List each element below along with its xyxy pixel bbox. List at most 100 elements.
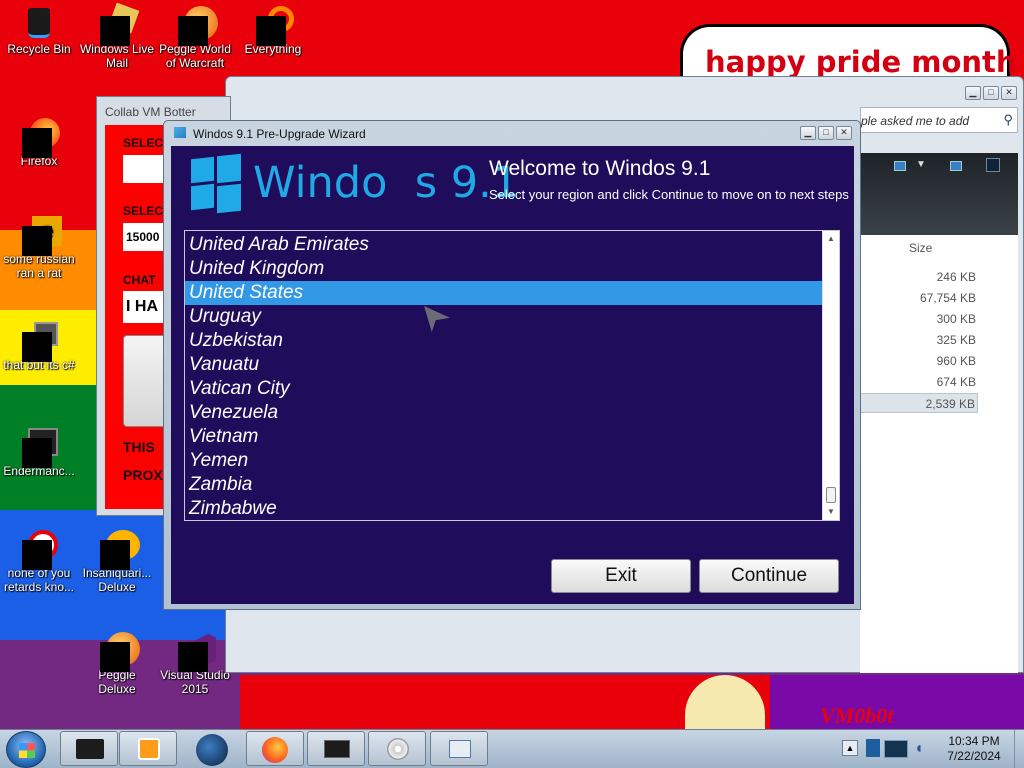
wizard-window-controls: ▁ □ ✕ <box>800 126 852 140</box>
start-button[interactable] <box>6 731 46 768</box>
desktop-icon-label: Recycle Bin <box>7 42 71 56</box>
botter-note: THIS <box>123 439 155 455</box>
select-label: SELEC <box>123 204 164 218</box>
region-option[interactable]: Uruguay <box>185 305 822 329</box>
tray-clock[interactable]: 10:34 PM 7/22/2024 <box>936 734 1012 764</box>
region-option[interactable]: Vanuatu <box>185 353 822 377</box>
tray-expand-icon[interactable]: ▲ <box>842 740 858 756</box>
taskbar-app-firefox[interactable] <box>246 731 304 766</box>
region-option[interactable]: Zambia <box>185 473 822 497</box>
maximize-button[interactable]: □ <box>983 86 999 100</box>
show-desktop-button[interactable] <box>1014 730 1024 768</box>
region-option[interactable]: Vietnam <box>185 425 822 449</box>
taskbar-app-disc[interactable] <box>368 731 426 766</box>
desktop-icon-endermanch[interactable]: Endermanc... <box>0 428 78 478</box>
file-size: 674 KB <box>936 375 976 389</box>
desktop-icon-recycle-bin[interactable]: Recycle Bin <box>0 6 78 56</box>
clock-time: 10:34 PM <box>948 734 1000 748</box>
scroll-down-icon[interactable]: ▼ <box>823 504 839 520</box>
select-label: SELEC <box>123 136 164 150</box>
wizard-title: Windos 9.1 Pre-Upgrade Wizard <box>193 127 366 141</box>
taskbar-app-explorer[interactable] <box>60 731 118 766</box>
search-icon[interactable]: ⚲ <box>1003 112 1013 128</box>
desktop-icon-visual-studio[interactable]: Visual Studio 2015 <box>156 632 234 696</box>
wizard-window[interactable]: Windos 9.1 Pre-Upgrade Wizard ▁ □ ✕ Wind… <box>163 120 861 610</box>
search-box[interactable]: ple asked me to add ⚲ <box>860 107 1018 133</box>
file-size: 67,754 KB <box>919 291 976 305</box>
desktop-icon-label: Visual Studio 2015 <box>160 668 230 696</box>
desktop-icon-none-of-you[interactable]: none of you retards kno... <box>0 530 78 594</box>
region-option[interactable]: Yemen <box>185 449 822 473</box>
desktop-icon-csharp[interactable]: that but its c# <box>0 322 78 372</box>
desktop-icon-peggle-deluxe[interactable]: Peggle Deluxe <box>78 632 156 696</box>
region-option[interactable]: Venezuela <box>185 401 822 425</box>
region-option[interactable]: United Arab Emirates <box>185 233 822 257</box>
close-button[interactable]: ✕ <box>836 126 852 140</box>
visual-studio-icon <box>178 632 216 672</box>
maximize-button[interactable]: □ <box>818 126 834 140</box>
botter-note: PROX <box>123 467 163 483</box>
size-column-header[interactable]: Size <box>909 241 932 255</box>
help-icon[interactable] <box>986 158 1000 172</box>
taskbar-app-network[interactable] <box>430 731 488 766</box>
minimize-button[interactable]: ▁ <box>965 86 981 100</box>
close-button[interactable]: ✕ <box>1001 86 1017 100</box>
region-option[interactable]: Vatican City <box>185 377 822 401</box>
signature-text: VM0b0t <box>820 703 894 728</box>
region-scrollbar[interactable]: ▲ ▼ <box>822 231 839 520</box>
windows-logo-icon <box>19 743 35 758</box>
app-icon <box>22 428 58 468</box>
desktop-icon-windows-live-mail[interactable]: Windows Live Mail <box>78 2 156 70</box>
tray-monitor-icon[interactable] <box>884 740 908 758</box>
desktop-icon-label: Peggle World of Warcraft <box>159 42 231 70</box>
recycle-bin-icon <box>22 6 56 40</box>
banner-text: happy pride month <box>705 45 1017 79</box>
file-size: 960 KB <box>936 354 976 368</box>
region-option[interactable]: Uzbekistan <box>185 329 822 353</box>
desktop-icon-label: some russian ran a rat <box>3 252 75 280</box>
scroll-thumb[interactable] <box>826 487 836 503</box>
desktop-icon-everything[interactable]: Everything <box>234 6 312 56</box>
wizard-heading: Welcome to Windos 9.1 <box>489 157 711 180</box>
desktop-icon-peggle-wow[interactable]: Peggle World of Warcraft <box>156 6 234 70</box>
desktop-icon-label: Peggle Deluxe <box>98 668 136 696</box>
file-size-selected[interactable]: 2,539 KB <box>860 393 978 413</box>
desktop-icon-insaniquarium[interactable]: Insaniquari... Deluxe <box>78 530 156 594</box>
taskbar-app-window[interactable] <box>307 731 365 766</box>
file-size: 300 KB <box>936 312 976 326</box>
scroll-up-icon[interactable]: ▲ <box>823 231 839 247</box>
region-option[interactable]: United Kingdom <box>185 257 822 281</box>
minimize-button[interactable]: ▁ <box>800 126 816 140</box>
region-listbox[interactable]: United Arab Emirates United Kingdom United… <box>184 230 840 521</box>
network-icon <box>449 740 471 758</box>
chat-label: CHAT <box>123 273 156 287</box>
region-option[interactable]: Zimbabwe <box>185 497 822 521</box>
window-icon <box>324 740 350 758</box>
region-option[interactable]: United States <box>185 281 822 305</box>
clock-date: 7/22/2024 <box>947 749 1001 763</box>
preview-pane-icon[interactable] <box>950 161 962 171</box>
wizard-logo-text: Windo s 9.1 <box>253 158 520 208</box>
botter-title: Collab VM Botter <box>105 105 196 119</box>
region-list: United Arab Emirates United Kingdom United… <box>185 233 822 521</box>
chevron-down-icon[interactable]: ▼ <box>916 159 926 170</box>
wizard-subheading: Select your region and click Continue to… <box>489 187 849 202</box>
desktop-icon-label: none of you retards kno... <box>3 566 75 594</box>
view-icon[interactable] <box>894 161 906 171</box>
taskbar-app-media[interactable] <box>119 731 177 766</box>
mail-icon <box>100 2 140 46</box>
continue-button[interactable]: Continue <box>699 559 839 593</box>
firefox-icon <box>22 118 60 158</box>
peggle-icon <box>178 6 218 46</box>
tray-app-icon[interactable] <box>866 739 880 757</box>
speaker-icon[interactable]: ◖ <box>914 740 930 758</box>
desktop-icon-firefox[interactable]: Firefox <box>0 118 78 168</box>
explorer-icon <box>76 739 104 759</box>
app-icon <box>22 322 58 362</box>
taskbar-app-globe[interactable] <box>196 734 228 766</box>
toolbar-dark-area: ▼ <box>860 153 1018 235</box>
desktop-icon-label: Insaniquari... Deluxe <box>82 566 152 594</box>
desktop-icon-russian-rat[interactable]: e some russian ran a rat <box>0 216 78 280</box>
search-input[interactable]: ple asked me to add <box>861 114 969 128</box>
exit-button[interactable]: Exit <box>551 559 691 593</box>
